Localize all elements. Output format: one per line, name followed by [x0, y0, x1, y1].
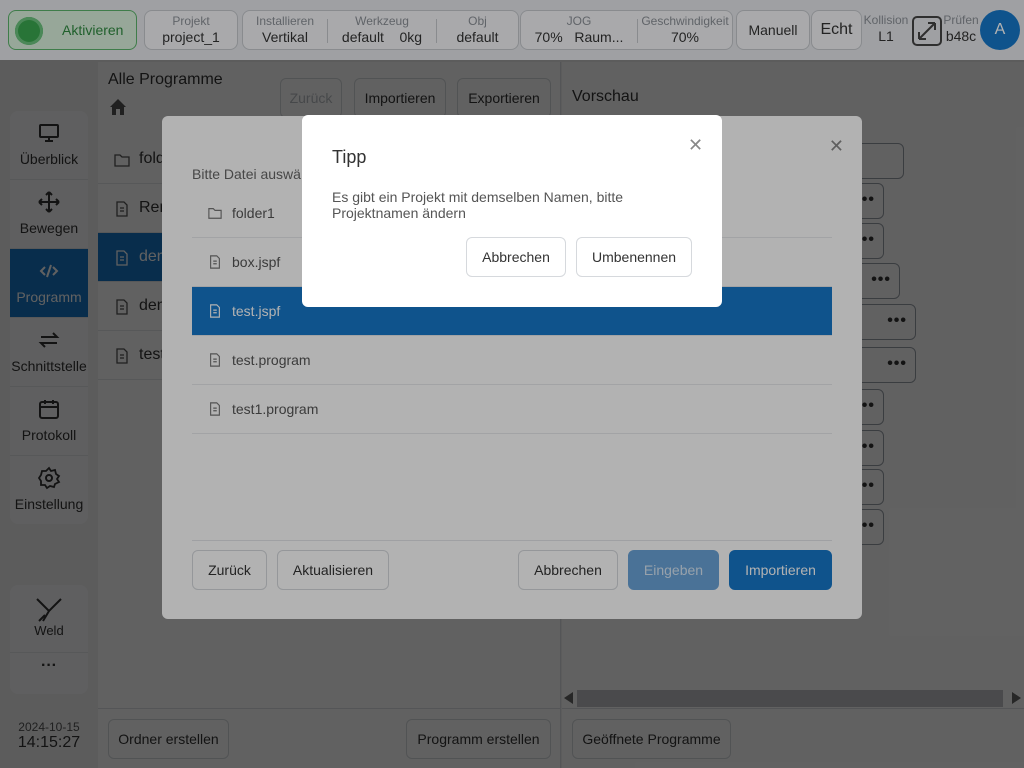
- tip-dialog: Tipp ✕ Es gibt ein Projekt mit demselben…: [302, 115, 722, 307]
- dialog-message: Es gibt ein Projekt mit demselben Namen,…: [332, 189, 624, 221]
- cancel-button[interactable]: Abbrechen: [466, 237, 566, 277]
- rename-button[interactable]: Umbenennen: [576, 237, 692, 277]
- close-icon[interactable]: ✕: [688, 135, 703, 156]
- dialog-title: Tipp: [332, 147, 367, 167]
